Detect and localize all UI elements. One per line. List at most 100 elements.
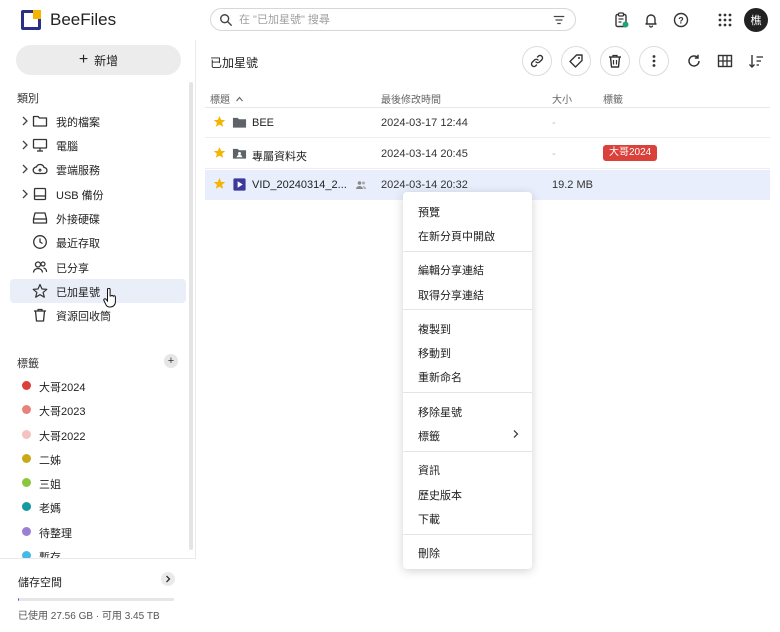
clock-icon (33, 235, 47, 249)
tags-heading: 標籤 (17, 358, 39, 370)
cloud-icon (32, 163, 48, 175)
menu-item-remove-star[interactable]: 移除星號 (403, 400, 532, 420)
search-input[interactable] (239, 11, 539, 28)
menu-divider (403, 451, 532, 452)
menu-item-edit-share-link[interactable]: 編輯分享連結 (403, 258, 532, 278)
tag-color-dot (22, 430, 31, 439)
more-actions-button[interactable] (639, 46, 669, 76)
shared-folder-icon (232, 148, 247, 159)
column-header-modified[interactable]: 最後修改時間 (381, 91, 441, 106)
storage-details-button[interactable] (161, 572, 175, 586)
tag-badge[interactable]: 大哥2024 (603, 145, 658, 161)
file-modified: 2024-03-17 12:44 (381, 117, 468, 129)
table-row[interactable]: BEE 2024-03-17 12:44 - (205, 108, 770, 138)
grid-view-button[interactable] (715, 51, 735, 71)
star-filled-icon[interactable] (213, 115, 226, 128)
chevron-right-icon[interactable] (20, 163, 30, 175)
tag-color-dot (22, 381, 31, 390)
menu-item-copy-to[interactable]: 複製到 (403, 317, 532, 337)
svg-text:?: ? (678, 16, 684, 26)
file-modified: 2024-03-14 20:45 (381, 148, 468, 160)
sidebar-item-label: 電腦 (56, 141, 78, 153)
beefiles-logo-icon[interactable] (21, 10, 41, 30)
new-button-label: 新增 (94, 53, 119, 68)
sort-button[interactable] (746, 51, 766, 71)
column-header-name[interactable]: 標題 (210, 91, 244, 106)
menu-item-delete[interactable]: 刪除 (403, 541, 532, 561)
menu-item-label: 取得分享連結 (418, 290, 484, 302)
more-vertical-icon (652, 55, 656, 67)
menu-item-rename[interactable]: 重新命名 (403, 365, 532, 385)
menu-item-label: 刪除 (418, 548, 440, 560)
apps-grid-icon[interactable] (714, 9, 736, 31)
file-size: 19.2 MB (552, 179, 593, 191)
file-size: - (552, 117, 556, 129)
sidebar-item-starred[interactable]: 已加星號 (10, 279, 186, 303)
menu-divider (403, 309, 532, 310)
menu-item-label: 標籤 (418, 431, 440, 443)
file-name: BEE (252, 117, 275, 129)
column-header-tags[interactable]: 標籤 (603, 91, 623, 106)
chevron-right-icon (166, 575, 171, 583)
bell-icon[interactable] (640, 9, 662, 31)
folder-icon (32, 115, 48, 127)
grid-view-icon (717, 54, 733, 68)
menu-item-version-history[interactable]: 歷史版本 (403, 483, 532, 503)
table-row[interactable]: 專屬資料夾 2024-03-14 20:45 - 大哥2024 (205, 139, 770, 169)
avatar[interactable]: 樵 (744, 8, 768, 32)
menu-item-label: 下載 (418, 514, 440, 526)
sidebar-item-recent[interactable]: 最近存取 (10, 230, 186, 254)
new-button[interactable]: + 新增 (16, 45, 181, 75)
share-link-button[interactable] (522, 46, 552, 76)
sidebar-item-shared[interactable]: 已分享 (10, 255, 186, 279)
sidebar-item-my-files[interactable]: 我的檔案 (10, 109, 186, 133)
column-header-label: 標題 (210, 95, 230, 106)
menu-item-label: 在新分頁中開啟 (418, 231, 495, 243)
sidebar-scrollbar[interactable] (189, 82, 193, 550)
menu-item-tags[interactable]: 標籤 (403, 424, 532, 444)
search-bar[interactable] (210, 8, 576, 31)
menu-item-move-to[interactable]: 移動到 (403, 341, 532, 361)
tag-label: 二姊 (39, 455, 61, 467)
star-filled-icon[interactable] (213, 146, 226, 159)
chevron-right-icon[interactable] (20, 115, 30, 127)
menu-item-preview[interactable]: 預覽 (403, 200, 532, 220)
storage-progress-fill (18, 598, 20, 601)
menu-item-label: 複製到 (418, 324, 451, 336)
menu-item-label: 移動到 (418, 348, 451, 360)
sidebar-item-label: 我的檔案 (56, 117, 100, 129)
menu-item-label: 預覽 (418, 207, 440, 219)
menu-item-info[interactable]: 資訊 (403, 458, 532, 478)
sidebar-item-external-drive[interactable]: 外接硬碟 (10, 206, 186, 230)
filter-icon[interactable] (552, 13, 566, 27)
sidebar-item-computer[interactable]: 電腦 (10, 133, 186, 157)
task-clipboard-icon[interactable] (610, 9, 632, 31)
sidebar-item-label: 外接硬碟 (56, 214, 100, 226)
tag-label: 大哥2023 (39, 406, 86, 418)
help-icon[interactable]: ? (670, 9, 692, 31)
sidebar-item-usb-backup[interactable]: USB 備份 (10, 182, 186, 206)
sidebar-item-cloud-services[interactable]: 雲端服務 (10, 157, 186, 181)
menu-item-label: 歷史版本 (418, 490, 462, 502)
refresh-button[interactable] (684, 51, 704, 71)
tag-color-dot (22, 454, 31, 463)
menu-item-download[interactable]: 下載 (403, 507, 532, 527)
sidebar-item-label: 雲端服務 (56, 165, 100, 177)
delete-button[interactable] (600, 46, 630, 76)
trash-icon (609, 54, 621, 68)
menu-divider (403, 251, 532, 252)
sort-ascending-icon (235, 96, 243, 102)
chevron-right-icon[interactable] (20, 188, 30, 200)
column-header-size[interactable]: 大小 (552, 91, 572, 106)
add-tag-button[interactable]: + (164, 354, 178, 368)
tag-button[interactable] (561, 46, 591, 76)
tag-label: 三姐 (39, 479, 61, 491)
menu-item-get-share-link[interactable]: 取得分享連結 (403, 283, 532, 303)
sidebar-item-label: 最近存取 (56, 238, 100, 250)
categories-heading: 類別 (17, 93, 39, 105)
chevron-right-icon[interactable] (20, 139, 30, 151)
menu-item-open-new-tab[interactable]: 在新分頁中開啟 (403, 224, 532, 244)
sidebar-item-recycle-bin[interactable]: 資源回收筒 (10, 303, 186, 327)
star-filled-icon[interactable] (213, 177, 226, 190)
tag-color-dot (22, 478, 31, 487)
